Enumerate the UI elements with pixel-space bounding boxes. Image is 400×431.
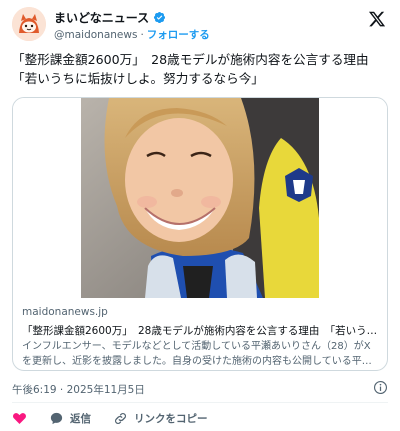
follow-button[interactable]: フォローする (147, 27, 210, 42)
action-bar: 返信 リンクをコピー (12, 409, 230, 427)
info-icon[interactable] (373, 380, 388, 395)
tweet-timestamp[interactable]: 午後6:19 · 2025年11月5日 (12, 382, 145, 397)
copy-link-label: リンクをコピー (134, 412, 208, 425)
link-icon (115, 412, 126, 424)
heart-icon (13, 412, 26, 424)
account-name[interactable]: まいどなニュース (54, 9, 149, 26)
tweet-text: 「整形課金額2600万」 28歳モデルが施術内容を公言する理由 「若いうちに垢抜… (12, 52, 382, 86)
card-description-line: を更新し、近影を披露しました。自身の受けた施術の内容も公開している平瀬さん (22, 356, 380, 367)
divider (12, 402, 388, 403)
like-button[interactable] (12, 411, 27, 426)
reply-bubble-icon (50, 412, 63, 424)
verified-badge-icon (154, 11, 166, 24)
x-logo-icon[interactable] (368, 10, 386, 28)
card-title: 「整形課金額2600万」 28歳モデルが施術内容を公言する理由 「若いうちに垢抜… (22, 325, 380, 337)
copy-link-button[interactable]: リンクをコピー (113, 411, 208, 426)
card-description-line: インフルエンサー、モデルなどとして活動している平瀬あいりさん（28）がX (22, 341, 371, 352)
card-domain: maidonanews.jp (22, 306, 108, 318)
separator-dot: · (140, 28, 144, 41)
account-handle[interactable]: @maidonanews (54, 29, 137, 41)
card-photo[interactable] (13, 98, 387, 298)
card-meta[interactable]: maidonanews.jp 「整形課金額2600万」 28歳モデルが施術内容を… (13, 298, 387, 370)
reply-label: 返信 (70, 412, 91, 425)
link-card[interactable]: maidonanews.jp 「整形課金額2600万」 28歳モデルが施術内容を… (12, 97, 388, 371)
reply-button[interactable]: 返信 (49, 411, 91, 426)
tweet-header: まいどなニュース @maidonanews · フォローする (12, 6, 388, 42)
card-description: インフルエンサー、モデルなどとして活動している平瀬あいりさん（28）がX を更新… (22, 339, 380, 369)
account-avatar[interactable] (12, 7, 46, 41)
